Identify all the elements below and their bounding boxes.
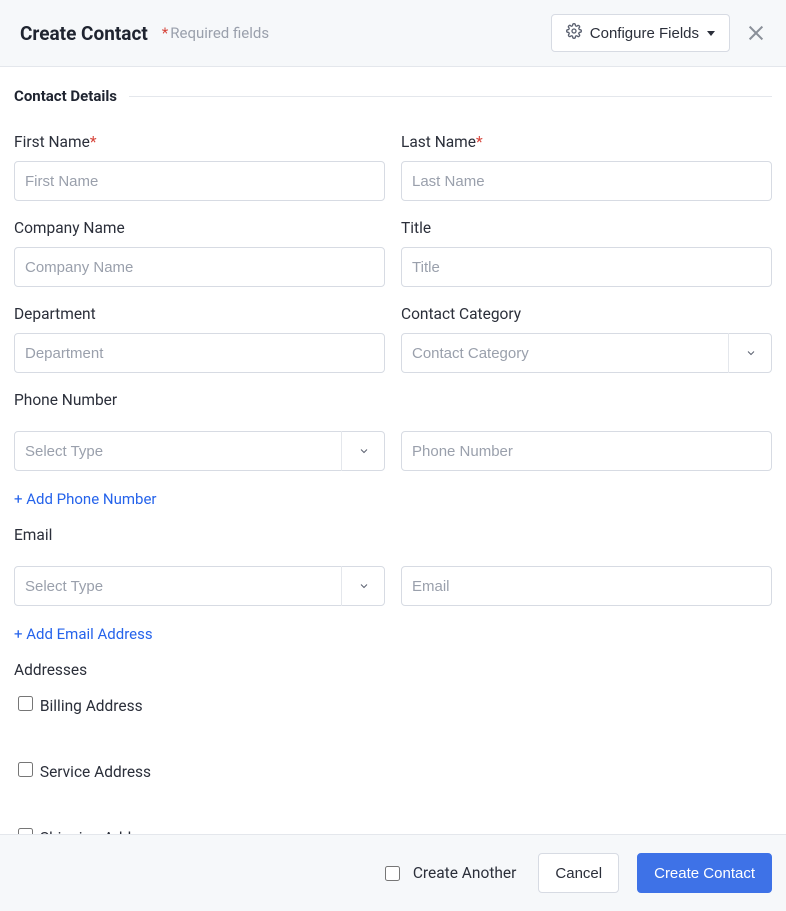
phone-label: Phone Number: [14, 391, 772, 409]
phone-value-input[interactable]: [401, 431, 772, 471]
shipping-address-option[interactable]: Shipping Address: [14, 825, 772, 834]
category-label: Contact Category: [401, 305, 772, 323]
create-another-option[interactable]: Create Another: [381, 863, 517, 884]
configure-fields-label: Configure Fields: [590, 25, 699, 42]
service-address-option[interactable]: Service Address: [14, 759, 772, 781]
modal-header: Create Contact *Required fields Configur…: [0, 0, 786, 67]
addresses-label: Addresses: [14, 661, 772, 679]
first-name-input[interactable]: [14, 161, 385, 201]
add-email-link[interactable]: + Add Email Address: [14, 625, 153, 643]
email-type-select[interactable]: Select Type: [14, 566, 385, 606]
company-input[interactable]: [14, 247, 385, 287]
billing-address-checkbox[interactable]: [18, 696, 33, 711]
email-label: Email: [14, 526, 772, 544]
modal-title: Create Contact: [20, 22, 148, 45]
create-another-checkbox[interactable]: [385, 866, 400, 881]
cancel-button[interactable]: Cancel: [538, 853, 619, 893]
department-input[interactable]: [14, 333, 385, 373]
last-name-label: Last Name*: [401, 133, 772, 151]
email-value-input[interactable]: [401, 566, 772, 606]
company-label: Company Name: [14, 219, 385, 237]
add-phone-link[interactable]: + Add Phone Number: [14, 490, 156, 508]
title-label: Title: [401, 219, 772, 237]
required-note: *Required fields: [162, 24, 269, 42]
gear-icon: [566, 23, 582, 43]
section-title: Contact Details: [14, 87, 772, 111]
phone-type-select[interactable]: Select Type: [14, 431, 385, 471]
billing-address-option[interactable]: Billing Address: [14, 693, 772, 715]
modal-body: Contact Details First Name* Last Name* C…: [0, 67, 786, 834]
close-button[interactable]: [746, 23, 766, 43]
create-contact-modal: Create Contact *Required fields Configur…: [0, 0, 786, 911]
modal-footer: Create Another Cancel Create Contact: [0, 834, 786, 911]
service-address-checkbox[interactable]: [18, 762, 33, 777]
category-select[interactable]: Contact Category: [401, 333, 772, 373]
configure-fields-button[interactable]: Configure Fields: [551, 14, 730, 52]
last-name-input[interactable]: [401, 161, 772, 201]
caret-down-icon: [707, 31, 715, 36]
department-label: Department: [14, 305, 385, 323]
create-contact-button[interactable]: Create Contact: [637, 853, 772, 893]
title-input[interactable]: [401, 247, 772, 287]
first-name-label: First Name*: [14, 133, 385, 151]
